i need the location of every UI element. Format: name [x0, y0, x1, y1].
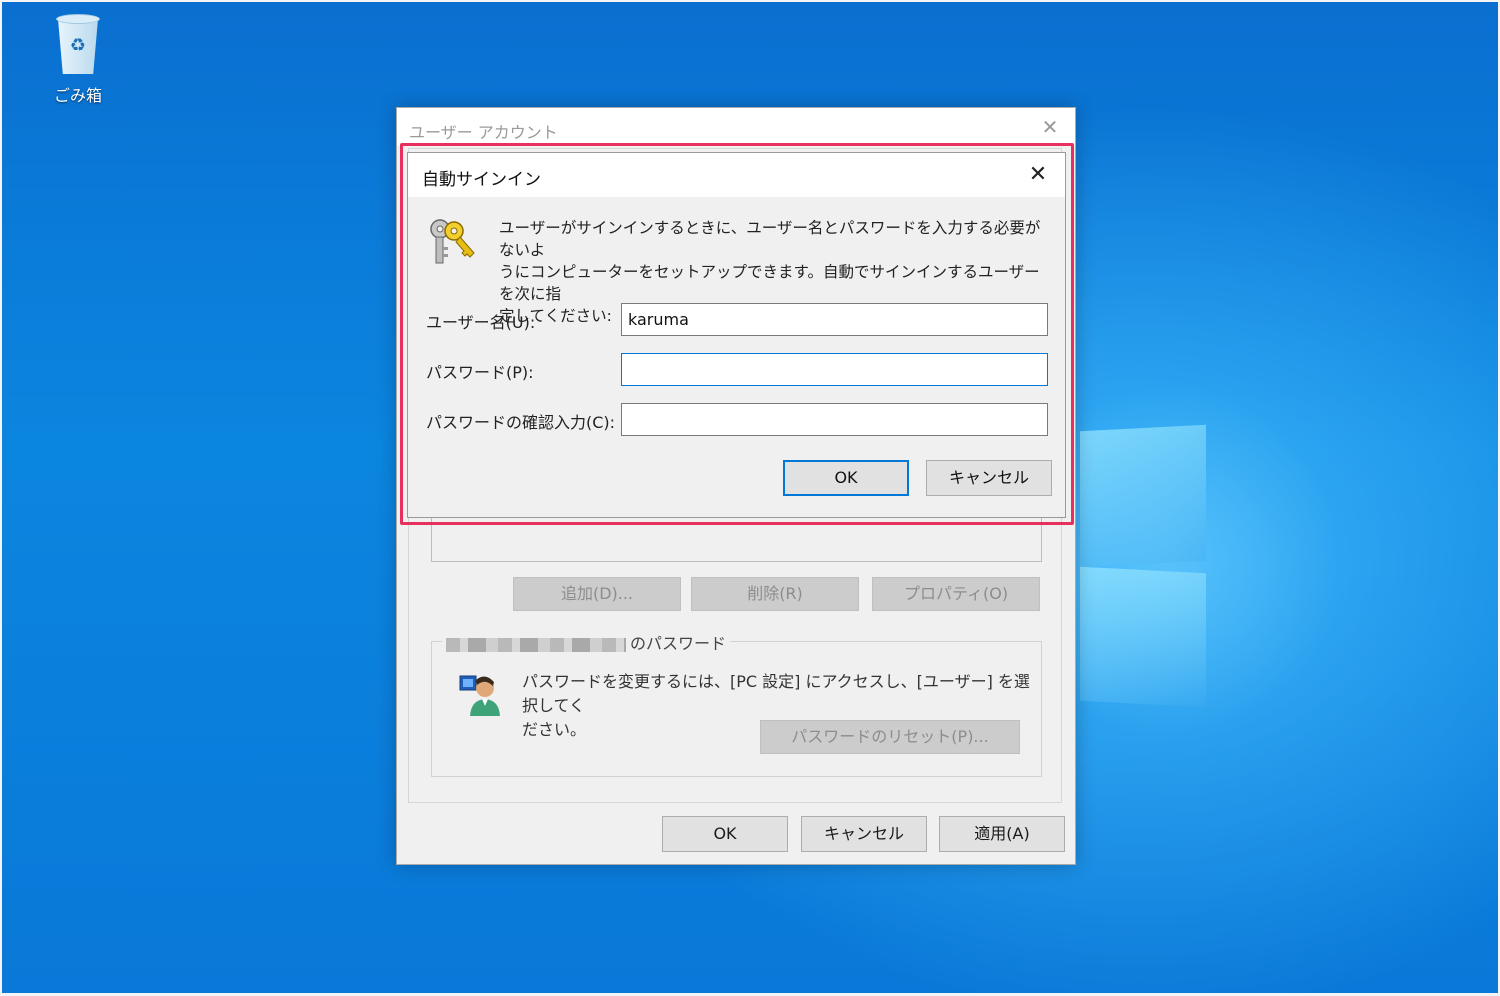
password-group: のパスワード パスワードを変更するには、[PC 設定] にアクセスし、[ユーザー… — [431, 630, 1042, 777]
add-user-button[interactable]: 追加(D)... — [513, 577, 681, 611]
password-input[interactable] — [621, 353, 1048, 386]
dialog-cancel-button[interactable]: キャンセル — [926, 460, 1052, 496]
properties-button[interactable]: プロパティ(O) — [872, 577, 1040, 611]
password-group-legend: のパスワード — [442, 630, 731, 654]
username-input[interactable] — [621, 303, 1048, 336]
dialog-title-bar: 自動サインイン ✕ — [408, 153, 1065, 197]
recycle-bin-label: ごみ箱 — [53, 86, 102, 105]
username-label: ユーザー名(U): — [426, 313, 536, 332]
keys-icon — [430, 219, 475, 264]
confirm-password-input[interactable] — [621, 403, 1048, 436]
parent-ok-button[interactable]: OK — [662, 816, 788, 852]
recycle-bin[interactable]: ♻ ごみ箱 — [42, 14, 114, 106]
remove-user-button[interactable]: 削除(R) — [691, 577, 859, 611]
auto-signin-dialog: 自動サインイン ✕ ユーザーがサインインするときに、ユーザー名とパスワードを入力… — [407, 152, 1066, 518]
dialog-ok-button[interactable]: OK — [783, 460, 909, 496]
confirm-password-label: パスワードの確認入力(C): — [426, 413, 616, 432]
windows-logo-pane-top — [1080, 424, 1206, 568]
windows-logo-pane-bottom — [1080, 566, 1206, 708]
parent-cancel-button[interactable]: キャンセル — [801, 816, 927, 852]
reset-password-button[interactable]: パスワードのリセット(P)... — [760, 720, 1020, 754]
apply-button[interactable]: 適用(A) — [939, 816, 1065, 852]
recycle-bin-icon: ♻ — [52, 14, 104, 76]
close-icon[interactable]: ✕ — [1023, 161, 1053, 189]
dialog-title: 自動サインイン — [422, 170, 541, 190]
user-icon — [459, 675, 500, 716]
blurred-username — [446, 637, 626, 652]
parent-window-title: ユーザー アカウント — [409, 123, 558, 142]
close-icon[interactable]: ✕ — [1035, 114, 1065, 140]
parent-title-bar: ユーザー アカウント ✕ — [397, 108, 1075, 146]
password-label: パスワード(P): — [426, 363, 534, 382]
